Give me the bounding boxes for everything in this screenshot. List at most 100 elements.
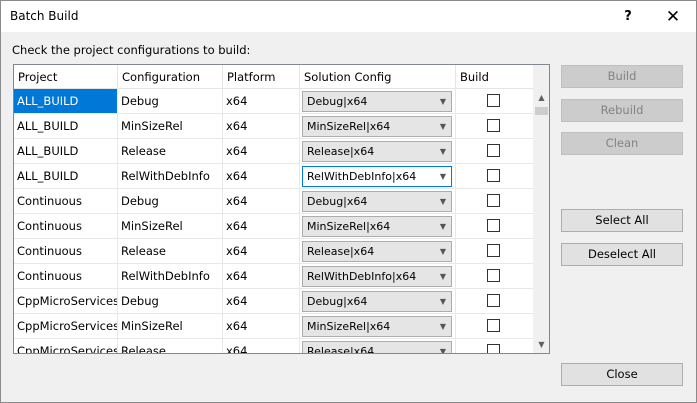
rebuild-button[interactable]: Rebuild <box>561 99 683 122</box>
table-row[interactable]: ALL_BUILD MinSizeRel x64 MinSizeRel|x64 ▼ <box>14 114 533 139</box>
build-checkbox[interactable] <box>487 169 500 182</box>
table-row[interactable]: ALL_BUILD Release x64 Release|x64 ▼ <box>14 139 533 164</box>
cell-project[interactable]: ALL_BUILD <box>14 114 118 138</box>
cell-project[interactable]: Continuous <box>14 239 118 263</box>
chevron-down-icon: ▼ <box>439 322 446 331</box>
solution-config-dropdown[interactable]: Release|x64 ▼ <box>302 241 452 262</box>
cell-platform: x64 <box>223 339 300 353</box>
cell-project[interactable]: ALL_BUILD <box>14 164 118 188</box>
chevron-down-icon: ▼ <box>439 147 446 156</box>
chevron-down-icon: ▼ <box>439 172 446 181</box>
table-row[interactable]: Continuous RelWithDebInfo x64 RelWithDebInf… <box>14 264 533 289</box>
solution-config-dropdown[interactable]: Debug|x64 ▼ <box>302 91 452 112</box>
cell-platform: x64 <box>223 214 300 238</box>
cell-platform: x64 <box>223 189 300 213</box>
solution-config-dropdown[interactable]: MinSizeRel|x64 ▼ <box>302 116 452 137</box>
build-checkbox[interactable] <box>487 144 500 157</box>
column-header-build[interactable]: Build <box>456 65 533 89</box>
table-row[interactable]: ALL_BUILD RelWithDebInfo x64 RelWithDebInfo… <box>14 164 533 189</box>
cell-configuration: RelWithDebInfo <box>118 164 223 188</box>
chevron-down-icon: ▼ <box>439 97 446 106</box>
table-row[interactable]: CppMicroServices MinSizeRel x64 MinSizeRel|… <box>14 314 533 339</box>
cell-project[interactable]: ALL_BUILD <box>14 139 118 163</box>
cell-project[interactable]: Continuous <box>14 189 118 213</box>
table-row[interactable]: Continuous Release x64 Release|x64 ▼ <box>14 239 533 264</box>
chevron-down-icon: ▼ <box>439 272 446 281</box>
configurations-grid: Project Configuration Platform Solution … <box>13 64 550 354</box>
cell-platform: x64 <box>223 139 300 163</box>
dropdown-value: MinSizeRel|x64 <box>307 320 391 333</box>
cell-project[interactable]: CppMicroServices <box>14 314 118 338</box>
cell-project[interactable]: CppMicroServices <box>14 289 118 313</box>
chevron-down-icon: ▼ <box>439 197 446 206</box>
instructions-label: Check the project configurations to buil… <box>12 43 251 57</box>
batch-build-dialog: Batch Build ? ✕ Check the project config… <box>0 0 697 403</box>
build-checkbox[interactable] <box>487 194 500 207</box>
help-button[interactable]: ? <box>605 1 651 32</box>
chevron-down-icon: ▼ <box>439 347 446 354</box>
cell-project[interactable]: Continuous <box>14 264 118 288</box>
table-row[interactable]: CppMicroServices Debug x64 Debug|x64 ▼ <box>14 289 533 314</box>
cell-platform: x64 <box>223 264 300 288</box>
solution-config-dropdown[interactable]: Debug|x64 ▼ <box>302 291 452 312</box>
chevron-down-icon: ▼ <box>439 297 446 306</box>
build-button[interactable]: Build <box>561 65 683 88</box>
solution-config-dropdown[interactable]: Debug|x64 ▼ <box>302 191 452 212</box>
vertical-scrollbar[interactable]: ▲ ▼ <box>533 65 549 353</box>
table-row[interactable]: ALL_BUILD Debug x64 Debug|x64 ▼ <box>14 89 533 114</box>
scrollbar-thumb[interactable] <box>535 107 548 115</box>
column-header-configuration[interactable]: Configuration <box>118 65 223 89</box>
solution-config-dropdown[interactable]: RelWithDebInfo|x64 ▼ <box>302 166 452 187</box>
clean-button[interactable]: Clean <box>561 132 683 155</box>
cell-project[interactable]: CppMicroServices <box>14 339 118 353</box>
deselect-all-button[interactable]: Deselect All <box>561 243 683 266</box>
build-checkbox[interactable] <box>487 244 500 257</box>
build-checkbox[interactable] <box>487 344 500 353</box>
column-header-platform[interactable]: Platform <box>223 65 300 89</box>
cell-project[interactable]: Continuous <box>14 214 118 238</box>
dropdown-value: RelWithDebInfo|x64 <box>307 270 417 283</box>
close-button[interactable]: Close <box>561 363 683 386</box>
cell-configuration: MinSizeRel <box>118 314 223 338</box>
cell-platform: x64 <box>223 164 300 188</box>
solution-config-dropdown[interactable]: MinSizeRel|x64 ▼ <box>302 316 452 337</box>
dropdown-value: RelWithDebInfo|x64 <box>307 170 417 183</box>
table-row[interactable]: CppMicroServices Release x64 Release|x64 ▼ <box>14 339 533 354</box>
arrow-down-icon[interactable]: ▼ <box>533 336 549 353</box>
solution-config-dropdown[interactable]: RelWithDebInfo|x64 ▼ <box>302 266 452 287</box>
cell-platform: x64 <box>223 239 300 263</box>
table-row[interactable]: Continuous Debug x64 Debug|x64 ▼ <box>14 189 533 214</box>
solution-config-dropdown[interactable]: MinSizeRel|x64 ▼ <box>302 216 452 237</box>
table-row[interactable]: Continuous MinSizeRel x64 MinSizeRel|x64 ▼ <box>14 214 533 239</box>
window-title: Batch Build <box>10 9 79 23</box>
build-checkbox[interactable] <box>487 294 500 307</box>
dropdown-value: Debug|x64 <box>307 195 368 208</box>
close-window-button[interactable]: ✕ <box>650 1 696 32</box>
chevron-down-icon: ▼ <box>439 247 446 256</box>
arrow-up-icon[interactable]: ▲ <box>533 89 549 106</box>
select-all-button[interactable]: Select All <box>561 209 683 232</box>
solution-config-dropdown[interactable]: Release|x64 ▼ <box>302 141 452 162</box>
cell-configuration: Release <box>118 339 223 353</box>
dropdown-value: Debug|x64 <box>307 95 368 108</box>
column-header-project[interactable]: Project <box>14 65 118 89</box>
cell-configuration: MinSizeRel <box>118 114 223 138</box>
cell-configuration: MinSizeRel <box>118 214 223 238</box>
build-checkbox[interactable] <box>487 319 500 332</box>
cell-platform: x64 <box>223 114 300 138</box>
chevron-down-icon: ▼ <box>439 122 446 131</box>
column-header-solution-config[interactable]: Solution Config <box>300 65 456 89</box>
build-checkbox[interactable] <box>487 269 500 282</box>
cell-project[interactable]: ALL_BUILD <box>14 89 118 113</box>
dropdown-value: Release|x64 <box>307 145 375 158</box>
dropdown-value: Release|x64 <box>307 345 375 354</box>
cell-platform: x64 <box>223 314 300 338</box>
cell-platform: x64 <box>223 289 300 313</box>
cell-configuration: Release <box>118 239 223 263</box>
build-checkbox[interactable] <box>487 219 500 232</box>
build-checkbox[interactable] <box>487 119 500 132</box>
cell-configuration: Release <box>118 139 223 163</box>
cell-configuration: Debug <box>118 89 223 113</box>
solution-config-dropdown[interactable]: Release|x64 ▼ <box>302 341 452 354</box>
build-checkbox[interactable] <box>487 94 500 107</box>
